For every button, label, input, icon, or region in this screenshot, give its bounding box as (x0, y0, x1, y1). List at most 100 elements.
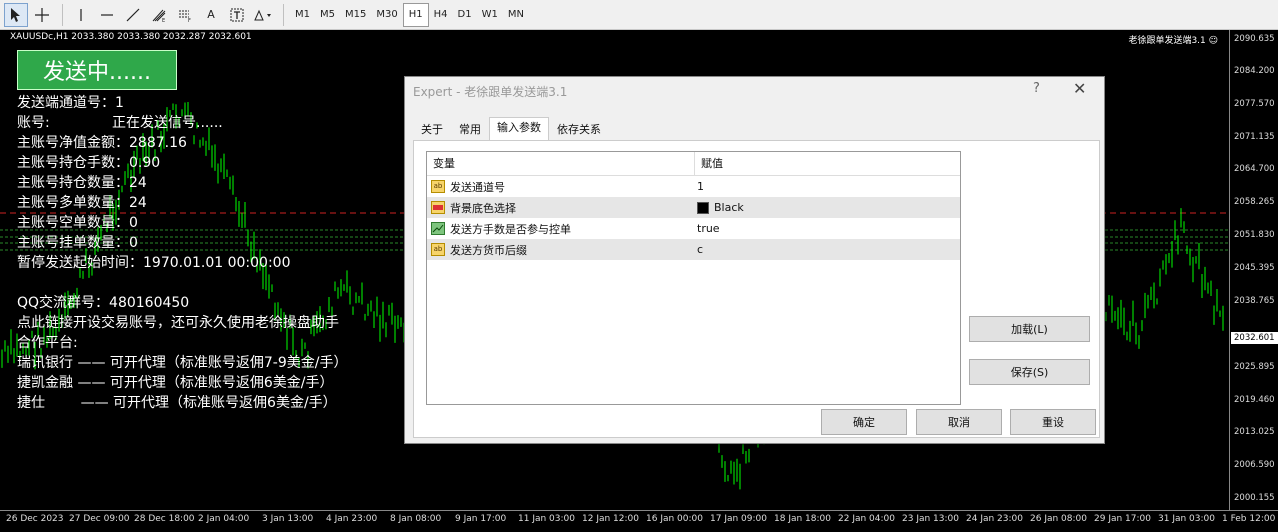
timeframe-d1-button[interactable]: D1 (453, 3, 477, 27)
param-value-cell[interactable]: Black (695, 201, 744, 214)
param-name-cell: 背景底色选择 (427, 200, 695, 216)
svg-text:E: E (162, 18, 165, 23)
time-tick-label: 27 Dec 09:00 (69, 514, 130, 524)
time-tick-label: 22 Jan 04:00 (838, 514, 895, 524)
dialog-tabs: 关于 常用 输入参数 依存关系 (413, 117, 609, 141)
trendline-icon[interactable] (121, 3, 145, 27)
param-value: true (697, 222, 720, 235)
time-tick-label: 1 Feb 12:00 (1222, 514, 1276, 524)
param-row[interactable]: ab 发送方货币后缀 c (427, 239, 960, 260)
timeframe-m30-button[interactable]: M30 (371, 3, 402, 27)
fibonacci-icon[interactable]: E (147, 3, 171, 27)
shapes-icon[interactable] (251, 3, 275, 27)
time-tick-label: 18 Jan 18:00 (774, 514, 831, 524)
bool-param-icon (431, 222, 445, 235)
time-tick-label: 3 Jan 13:00 (262, 514, 314, 524)
info-line: QQ交流群号：480160450 (17, 295, 190, 311)
broker-signup-link[interactable]: 点此链接开设交易账号，还可永久使用老徐操盘助手 (17, 312, 339, 332)
param-value: c (697, 243, 704, 256)
info-line: 暂停发送起始时间：1970.01.01 00:00:00 (17, 255, 291, 271)
info-line: 主账号多单数量：24 (17, 195, 147, 211)
param-row[interactable]: ab 发送通道号 1 (427, 176, 960, 197)
time-tick-label: 16 Jan 00:00 (646, 514, 703, 524)
text-icon[interactable]: A (199, 3, 223, 27)
param-value-cell[interactable]: 1 (695, 180, 704, 193)
sending-status-button[interactable]: 发送中...... (17, 50, 177, 90)
horizontal-line-icon[interactable] (95, 3, 119, 27)
time-tick-label: 28 Dec 18:00 (134, 514, 195, 524)
string-param-icon: ab (431, 243, 445, 256)
time-tick-label: 11 Jan 03:00 (518, 514, 575, 524)
svg-text:F: F (188, 18, 191, 23)
param-name: 发送方手数是否参与控单 (450, 222, 571, 236)
vertical-line-icon[interactable] (69, 3, 93, 27)
color-swatch (697, 201, 709, 214)
column-header-value[interactable]: 赋值 (695, 152, 723, 175)
toolbar-separator (283, 3, 284, 26)
param-value-cell[interactable]: true (695, 222, 720, 235)
params-header: 变量 赋值 (427, 152, 960, 176)
tab-1[interactable]: 常用 (451, 119, 489, 140)
price-tick-label: 2025.895 (1234, 362, 1275, 372)
crosshair-icon[interactable] (30, 3, 54, 27)
param-row[interactable]: 背景底色选择 Black (427, 197, 960, 218)
close-icon[interactable]: ✕ (1073, 79, 1086, 98)
cursor-icon[interactable] (4, 2, 28, 27)
time-tick-label: 26 Dec 2023 (6, 514, 64, 524)
expert-name-label: 老徐跟单发送端3.1 ☺ (1128, 36, 1218, 46)
param-name: 背景底色选择 (450, 201, 516, 215)
timeframe-mn-button[interactable]: MN (503, 3, 529, 27)
param-value: 1 (697, 180, 704, 193)
param-name: 发送通道号 (450, 180, 505, 194)
info-line: 主账号挂单数量：0 (17, 235, 138, 251)
info-line: 捷凯金融 —— 可开代理（标准账号返佣6美金/手） (17, 375, 334, 391)
param-name-cell: 发送方手数是否参与控单 (427, 221, 695, 237)
time-tick-label: 26 Jan 08:00 (1030, 514, 1087, 524)
time-tick-label: 4 Jan 23:00 (326, 514, 378, 524)
tab-0[interactable]: 关于 (413, 119, 451, 140)
column-header-variable[interactable]: 变量 (427, 152, 695, 175)
timeframe-h4-button[interactable]: H4 (429, 3, 453, 27)
help-icon[interactable]: ? (1033, 81, 1040, 96)
param-value-cell[interactable]: c (695, 243, 703, 256)
reset-button[interactable]: 重设 (1010, 409, 1096, 435)
main-toolbar: E F A M1 M5 M15 M30 H1 H4 D1 W1 MN (0, 0, 1278, 30)
info-line: 主账号持仓数量：24 (17, 175, 147, 191)
dialog-title: Expert - 老徐跟单发送端3.1 (413, 85, 568, 99)
time-tick-label: 2 Jan 04:00 (198, 514, 250, 524)
ok-button[interactable]: 确定 (821, 409, 907, 435)
params-grid: 变量 赋值 ab 发送通道号 1 背景底色选择 Black 发送方手数是否参与控单 true… (426, 151, 961, 405)
text-label-icon[interactable] (225, 3, 249, 27)
param-row[interactable]: 发送方手数是否参与控单 true (427, 218, 960, 239)
load-button[interactable]: 加载(L) (969, 316, 1090, 342)
price-tick-label: 2045.395 (1234, 263, 1275, 273)
info-line: 主账号持仓手数：0.90 (17, 155, 161, 171)
timeframe-h1-button[interactable]: H1 (402, 2, 429, 27)
timeframe-w1-button[interactable]: W1 (477, 3, 503, 27)
toolbar-separator (62, 3, 63, 26)
price-tick-label: 2000.155 (1234, 493, 1275, 503)
time-tick-label: 12 Jan 12:00 (582, 514, 639, 524)
timeframe-m15-button[interactable]: M15 (340, 3, 371, 27)
time-tick-label: 29 Jan 17:00 (1094, 514, 1151, 524)
cancel-button[interactable]: 取消 (916, 409, 1002, 435)
price-tick-label: 2013.025 (1234, 427, 1275, 437)
price-tick-label: 2090.635 (1234, 34, 1275, 44)
channel-icon[interactable]: F (173, 3, 197, 27)
tab-2[interactable]: 输入参数 (489, 117, 549, 140)
price-tick-label: 2058.265 (1234, 197, 1275, 207)
timeframe-m1-button[interactable]: M1 (290, 3, 315, 27)
params-rows: ab 发送通道号 1 背景底色选择 Black 发送方手数是否参与控单 true ab 发送方货… (427, 176, 960, 260)
save-button[interactable]: 保存(S) (969, 359, 1090, 385)
param-value: Black (714, 201, 744, 214)
time-tick-label: 17 Jan 09:00 (710, 514, 767, 524)
text-tool-label: A (207, 8, 215, 21)
timeframe-m5-button[interactable]: M5 (315, 3, 340, 27)
time-tick-label: 31 Jan 03:00 (1158, 514, 1215, 524)
param-name-cell: ab 发送通道号 (427, 179, 695, 195)
time-tick-label: 23 Jan 13:00 (902, 514, 959, 524)
param-name-cell: ab 发送方货币后缀 (427, 242, 695, 258)
tab-3[interactable]: 依存关系 (549, 119, 609, 140)
time-axis: 26 Dec 2023 27 Dec 09:00 28 Dec 18:00 2 Jan… (0, 510, 1278, 532)
price-axis: 2090.635 2084.200 2077.570 2071.135 2064.700… (1229, 30, 1278, 510)
